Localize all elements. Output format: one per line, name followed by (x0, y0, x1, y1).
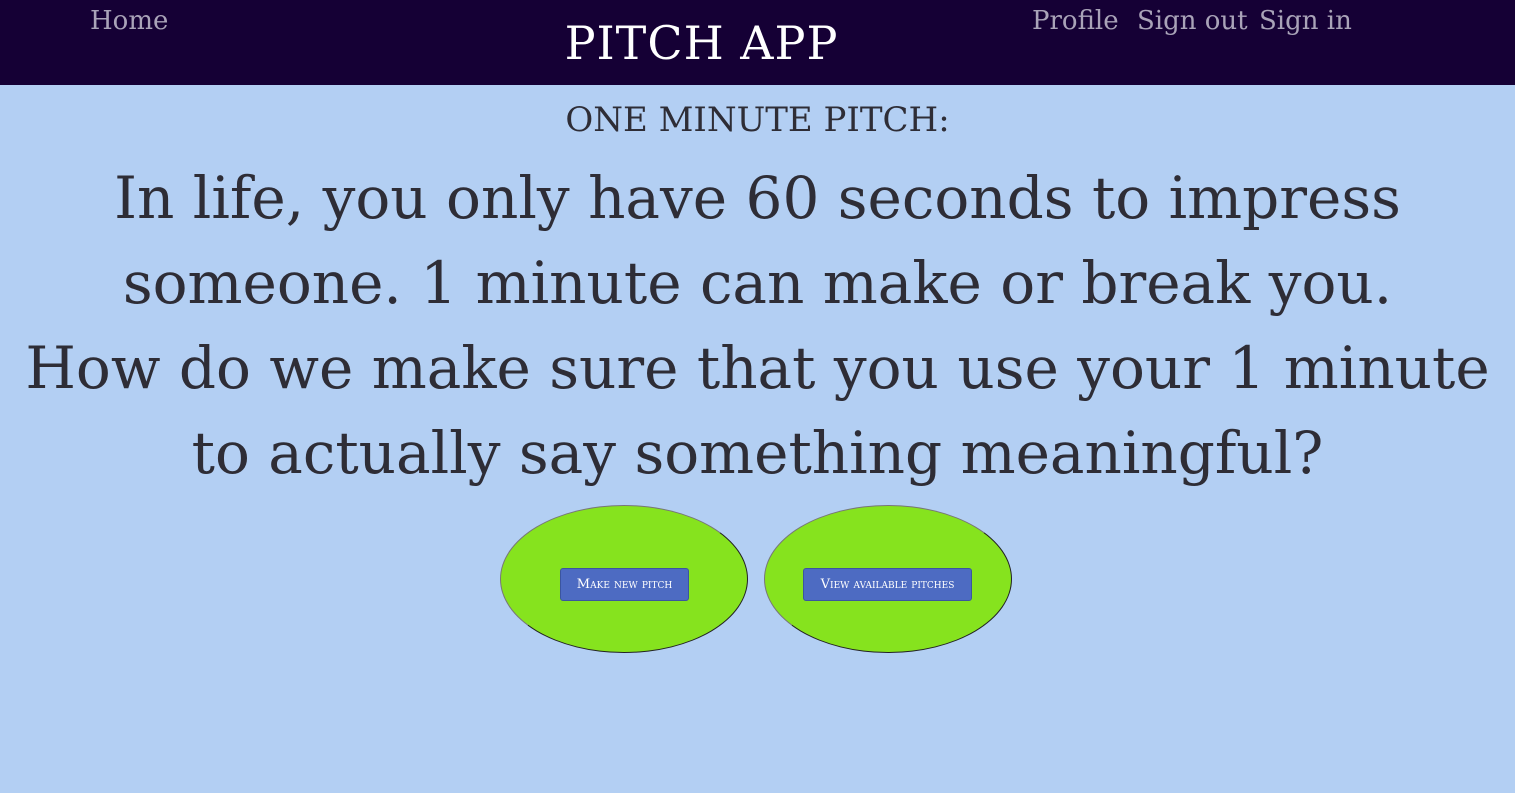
make-new-pitch-button[interactable]: Make new pitch (560, 568, 689, 601)
nav-profile-link[interactable]: Profile (1032, 6, 1119, 36)
pitch-message: In life, you only have 60 seconds to imp… (20, 156, 1495, 496)
nav-signin-link[interactable]: Sign in (1259, 6, 1352, 36)
nav-signout-link[interactable]: Sign out (1137, 6, 1248, 36)
view-available-pitches-button[interactable]: View available pitches (803, 568, 972, 601)
navbar: Home PITCH APP Profile Sign out Sign in (0, 0, 1515, 85)
message-line-2: How do we make sure that you use your 1 … (25, 334, 1490, 487)
message-line-1: In life, you only have 60 seconds to imp… (114, 164, 1401, 317)
page-subtitle: ONE MINUTE PITCH: (565, 100, 950, 140)
